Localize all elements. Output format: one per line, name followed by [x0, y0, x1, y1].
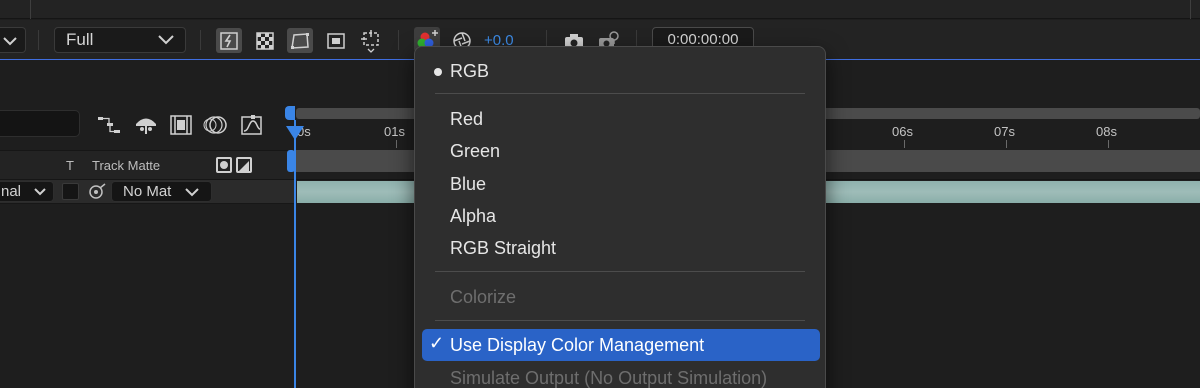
- show-channel-menu: RGB Red Green Blue Alpha RGB Straight Co…: [414, 46, 826, 388]
- top-panel-strip: [0, 0, 1200, 19]
- menu-item-rgb-straight[interactable]: RGB Straight: [450, 238, 556, 259]
- menu-item-alpha[interactable]: Alpha: [450, 206, 496, 227]
- track-matte-pickwhip[interactable]: [88, 183, 106, 201]
- toolbar-separator: [398, 30, 399, 50]
- menu-item-use-display-color-management[interactable]: Use Display Color Management: [450, 335, 704, 356]
- circle-icon: [220, 161, 228, 169]
- resolution-dropdown[interactable]: Full: [54, 27, 186, 53]
- motion-blur-button[interactable]: [203, 113, 229, 137]
- menu-item-rgb[interactable]: RGB: [450, 61, 489, 82]
- shy-layers-icon: [136, 118, 156, 134]
- menu-item-red[interactable]: Red: [450, 109, 483, 130]
- ruler-tick: [396, 140, 397, 148]
- composition-flowchart-button[interactable]: [97, 113, 123, 137]
- region-of-interest-button[interactable]: [323, 28, 349, 53]
- fast-previews-icon: [220, 31, 238, 50]
- track-matte-value: No Mat: [123, 183, 172, 200]
- panel-divider: [30, 0, 31, 19]
- menu-separator: [435, 271, 805, 272]
- blend-mode-dropdown[interactable]: nal: [0, 181, 54, 202]
- motion-blur-icon: [203, 116, 227, 134]
- ruler-label: 07s: [994, 124, 1015, 139]
- ruler-tick: [904, 140, 905, 148]
- preserve-transparency-checkbox[interactable]: [62, 183, 79, 200]
- menu-separator: [435, 93, 805, 94]
- ruler-label: 01s: [384, 124, 405, 139]
- invert-icon: [239, 161, 249, 171]
- grid-guides-icon: [361, 29, 379, 53]
- resolution-value: Full: [66, 30, 94, 49]
- ruler-label: 06s: [892, 124, 913, 139]
- current-time-indicator-line[interactable]: [294, 120, 296, 388]
- matte-invert-toggle[interactable]: [236, 157, 252, 173]
- mask-visibility-button[interactable]: [287, 28, 313, 53]
- region-of-interest-icon: [327, 32, 345, 49]
- menu-separator: [435, 320, 805, 321]
- chevron-down-icon: [34, 188, 46, 196]
- current-time-indicator-head[interactable]: [286, 126, 304, 140]
- chevron-down-icon: [158, 35, 174, 45]
- graph-editor-button[interactable]: [239, 113, 265, 137]
- fast-previews-button[interactable]: [216, 28, 242, 53]
- track-matte-dropdown[interactable]: No Mat: [111, 181, 212, 202]
- chevron-down-icon: [185, 188, 199, 197]
- grid-guides-button[interactable]: [358, 28, 384, 53]
- ruler-tick: [1006, 140, 1007, 148]
- layer-search-input[interactable]: [0, 110, 80, 137]
- frame-blending-button[interactable]: [168, 113, 194, 137]
- blend-mode-value: nal: [1, 183, 22, 200]
- magnification-dropdown[interactable]: [0, 27, 26, 53]
- shy-layers-button[interactable]: [133, 113, 159, 137]
- panel-divider: [1190, 0, 1191, 19]
- pickwhip-icon: [89, 183, 106, 199]
- menu-item-colorize: Colorize: [450, 287, 517, 307]
- column-track-matte-label: Track Matte: [92, 158, 161, 173]
- menu-item-simulate-output: Simulate Output (No Output Simulation): [450, 368, 768, 388]
- matte-alpha-toggle[interactable]: [216, 157, 232, 173]
- work-area-start-handle[interactable]: [285, 106, 295, 120]
- toolbar-separator: [38, 30, 39, 50]
- toolbar-separator: [200, 30, 201, 50]
- checkmark-icon: ✓: [429, 333, 445, 353]
- bullet-icon: [434, 68, 442, 76]
- film-strip-icon: [170, 115, 192, 135]
- transparency-grid-icon: [256, 31, 274, 50]
- graph-editor-icon: [241, 115, 262, 135]
- ruler-label: 08s: [1096, 124, 1117, 139]
- menu-item-green[interactable]: Green: [450, 141, 500, 162]
- ruler-tick: [1108, 140, 1109, 148]
- column-t-label: T: [66, 158, 74, 173]
- chevron-down-icon: [3, 37, 17, 46]
- mask-path-visibility-icon: [291, 32, 309, 49]
- flowchart-icon: [98, 117, 120, 133]
- menu-item-blue[interactable]: Blue: [450, 174, 486, 195]
- transparency-grid-button[interactable]: [252, 28, 278, 53]
